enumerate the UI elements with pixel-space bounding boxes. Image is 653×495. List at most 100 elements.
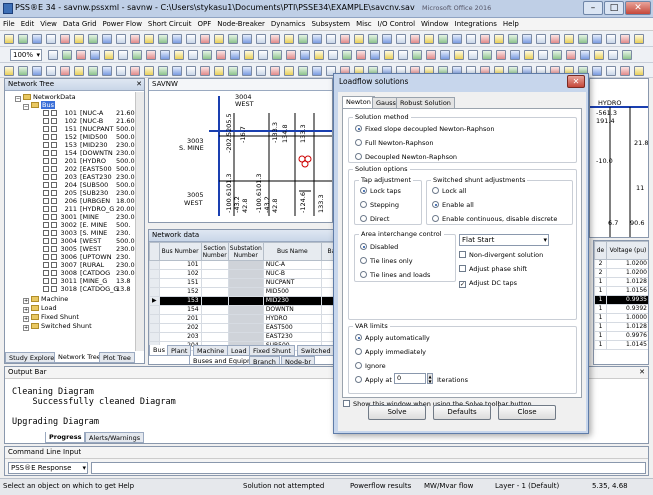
table-row[interactable]: 102 NUC-B <box>149 269 340 279</box>
tree-node-bus[interactable]: − Bus <box>23 101 55 110</box>
toolbar-icon[interactable] <box>622 50 632 60</box>
tree-bus-item[interactable]: 102[NUC-B21.600] <box>43 117 135 125</box>
toolbar-icon[interactable] <box>538 50 548 60</box>
bus-name-cell[interactable]: NUCPANT <box>262 278 322 288</box>
tree-bus-item[interactable]: 201[HYDRO500.00 <box>43 157 135 165</box>
voltage-cell[interactable]: 0.9935 <box>606 295 648 305</box>
toolbar-icon[interactable] <box>172 66 182 76</box>
tab-study-explorer[interactable]: Study Explorer <box>5 352 61 363</box>
tab-bus[interactable]: Bus <box>149 345 169 356</box>
checkbox-icon[interactable] <box>43 150 49 156</box>
toolbar-icon[interactable] <box>398 50 408 60</box>
toolbar-icon[interactable] <box>102 34 112 44</box>
toolbar-icon[interactable] <box>186 34 196 44</box>
toolbar-icon[interactable] <box>536 34 546 44</box>
tree-bus-item[interactable]: 3008 [CATDOG 230.0 <box>43 269 135 277</box>
checkbox-icon[interactable] <box>51 182 57 188</box>
toolbar-icon[interactable] <box>396 34 406 44</box>
toolbar-icon[interactable] <box>62 50 72 60</box>
toolbar-icon[interactable] <box>384 50 394 60</box>
column-header[interactable]: Bus Name <box>262 242 322 261</box>
menu-item[interactable]: Node-Breaker <box>214 20 268 28</box>
toolbar-icon[interactable] <box>340 34 350 44</box>
checkbox-icon[interactable] <box>43 142 49 148</box>
table-row[interactable]: 1 0.9935 <box>594 295 648 305</box>
checkbox-icon[interactable] <box>51 166 57 172</box>
substation-cell[interactable] <box>227 287 264 297</box>
toolbar-icon[interactable] <box>594 50 604 60</box>
menu-item[interactable]: Misc <box>353 20 374 28</box>
voltage-cell[interactable]: 1.0200 <box>606 268 648 278</box>
toolbar-icon[interactable] <box>298 34 308 44</box>
bus-name-cell[interactable]: DOWNTN <box>262 305 322 315</box>
voltage-cell[interactable]: 1.0156 <box>606 286 648 296</box>
tab-plant[interactable]: Plant <box>167 345 192 356</box>
defaults-button[interactable]: Defaults <box>433 405 491 420</box>
tree-bus-item[interactable]: 3006 [UPTOWN 230. <box>43 253 130 261</box>
checkbox-icon[interactable] <box>43 166 49 172</box>
table-row[interactable]: 202 EAST500 <box>149 323 340 333</box>
toolbar-icon[interactable] <box>454 50 464 60</box>
code-cell[interactable]: 2 <box>594 268 607 278</box>
toolbar-icon[interactable] <box>230 50 240 60</box>
column-header[interactable]: Section Number <box>200 242 229 261</box>
toolbar-icon[interactable] <box>480 34 490 44</box>
toolbar-icon[interactable] <box>4 66 14 76</box>
code-cell[interactable]: 1 <box>594 304 607 314</box>
tree-bus-item[interactable]: 3018 [CATDOG_G13.8 <box>43 285 130 293</box>
tree-bus-item[interactable]: 153[MID230230.000] <box>43 141 135 149</box>
menu-item[interactable]: Short Circuit <box>145 20 195 28</box>
toolbar-icon[interactable] <box>158 66 168 76</box>
tree-bus-item[interactable]: 202[EAST500500.00 <box>43 165 135 173</box>
toolbar-icon[interactable] <box>552 50 562 60</box>
tab-machine[interactable]: Machine <box>193 345 229 356</box>
panel-close-icon[interactable]: ✕ <box>639 368 645 376</box>
subtab-node-br[interactable]: Node-br <box>281 356 316 364</box>
toolbar-icon[interactable] <box>342 50 352 60</box>
voltage-cell[interactable]: 1.0200 <box>606 259 648 269</box>
toolbar-icon[interactable] <box>482 50 492 60</box>
tree-folder-item[interactable]: + Machine <box>23 295 68 304</box>
toolbar-icon[interactable] <box>284 66 294 76</box>
toolbar-icon[interactable] <box>242 66 252 76</box>
command-input[interactable] <box>91 462 646 474</box>
toolbar-icon[interactable] <box>228 66 238 76</box>
checkbox-icon[interactable] <box>43 190 49 196</box>
menu-item[interactable]: OPF <box>194 20 214 28</box>
toolbar-icon[interactable] <box>88 66 98 76</box>
toolbar-icon[interactable] <box>270 34 280 44</box>
substation-cell[interactable] <box>227 323 264 333</box>
area-tie-lines-loads-radio[interactable]: Tie lines and loads <box>360 271 430 279</box>
checkbox-icon[interactable] <box>51 118 57 124</box>
table-row[interactable]: ▶ 153 MID230 <box>149 296 340 306</box>
tree-bus-item[interactable]: 205[SUB230230.00 <box>43 189 135 197</box>
toolbar-icon[interactable] <box>312 34 322 44</box>
checkbox-icon[interactable] <box>43 270 49 276</box>
toolbar-icon[interactable] <box>524 50 534 60</box>
toolbar-icon[interactable] <box>228 34 238 44</box>
column-header[interactable]: Bus Number <box>158 242 202 261</box>
tab-switched[interactable]: Switched <box>297 345 335 356</box>
toolbar-icon[interactable] <box>356 50 366 60</box>
table-row[interactable]: 101 NUC-A <box>149 260 340 270</box>
table-row[interactable]: 2 1.0200 <box>594 268 648 278</box>
checkbox-icon[interactable] <box>51 190 57 196</box>
method-decoupled-radio[interactable]: Decoupled Newton-Raphson <box>355 153 457 161</box>
tap-direct-radio[interactable]: Direct <box>360 215 389 223</box>
checkbox-icon[interactable] <box>43 182 49 188</box>
table-row[interactable]: 1 1.0000 <box>594 313 648 323</box>
substation-cell[interactable] <box>227 260 264 270</box>
toolbar-icon[interactable] <box>130 66 140 76</box>
zoom-select[interactable]: 100% <box>10 49 42 61</box>
checkbox-icon[interactable] <box>51 174 57 180</box>
section-cell[interactable] <box>200 314 229 324</box>
checkbox-icon[interactable] <box>51 206 57 212</box>
toolbar-icon[interactable] <box>256 34 266 44</box>
substation-cell[interactable] <box>227 296 264 306</box>
toolbar-icon[interactable] <box>452 34 462 44</box>
tab-load[interactable]: Load <box>227 345 251 356</box>
bus-name-cell[interactable]: EAST500 <box>262 323 322 333</box>
menu-item[interactable]: View <box>37 20 60 28</box>
toolbar-icon[interactable] <box>270 66 280 76</box>
toolbar-icon[interactable] <box>74 34 84 44</box>
